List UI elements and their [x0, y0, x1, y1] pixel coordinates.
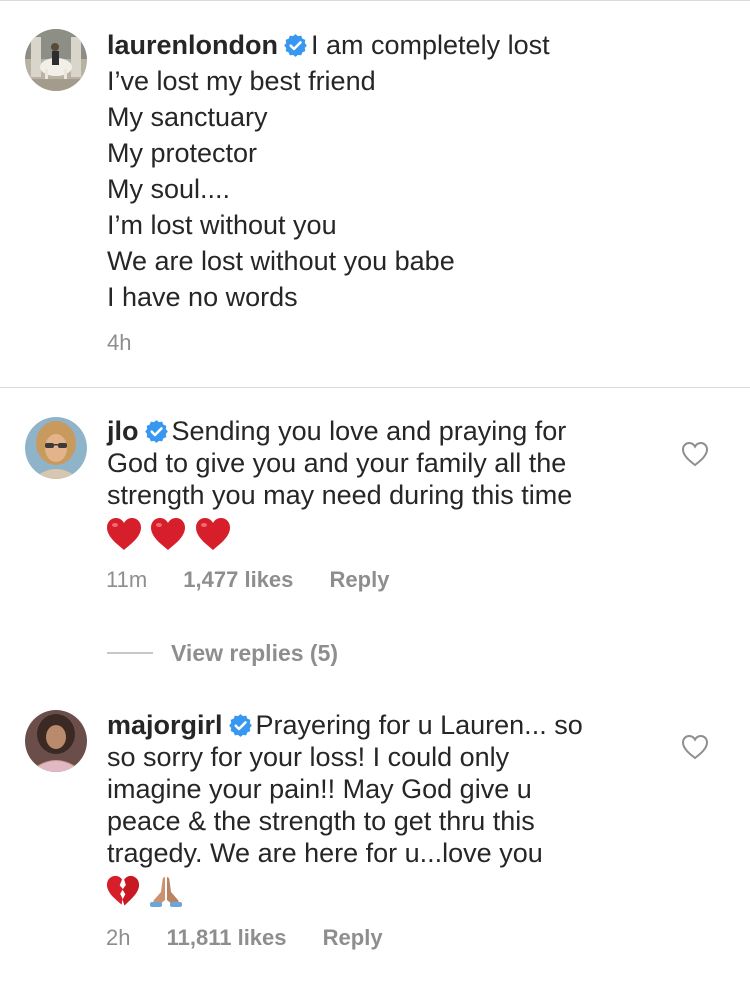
verified-badge-icon: [144, 420, 168, 443]
caption-line: My protector: [107, 138, 258, 168]
view-replies-button[interactable]: View replies (5): [107, 638, 338, 668]
reply-button[interactable]: Reply: [330, 566, 390, 594]
comment-timestamp: 2h: [106, 925, 131, 950]
comment-timestamp: 11m: [106, 567, 148, 592]
caption-text: laurenlondon I am completely lost I’ve lo…: [107, 27, 550, 315]
comment-line: so sorry for your loss! I could only: [107, 742, 510, 772]
comment-line: God to give you and your family all the: [107, 448, 567, 478]
like-heart-icon[interactable]: [681, 734, 709, 760]
broken-heart-emoji-icon: [106, 875, 140, 906]
view-replies-dash: [107, 652, 153, 654]
comment-username[interactable]: majorgirl: [107, 710, 223, 740]
caption-meta: 4h: [107, 329, 131, 357]
avatar-majorgirl[interactable]: [25, 710, 87, 772]
caption-line: I’ve lost my best friend: [107, 66, 376, 96]
caption-timestamp: 4h: [107, 330, 132, 355]
reply-button[interactable]: Reply: [323, 924, 383, 952]
comment-line: peace & the strength to get thru this: [107, 806, 535, 836]
caption-line: My soul....: [107, 174, 231, 204]
comment-first-line: jlo Sending you love and praying for: [107, 415, 572, 447]
caption-line: My sanctuary: [107, 102, 268, 132]
comment-likes[interactable]: 11,811 likes: [167, 924, 287, 952]
comment-emojis: [106, 517, 235, 557]
verified-badge-icon: [284, 34, 307, 57]
folded-hands-emoji-icon: [150, 877, 183, 907]
view-replies-label[interactable]: View replies (5): [171, 640, 338, 666]
comment-line: Sending you love and praying for: [171, 416, 567, 446]
red-heart-emoji-icon: [151, 518, 186, 550]
comment-first-line: majorgirl Prayering for u Lauren... so: [107, 709, 583, 741]
caption-divider: [0, 387, 750, 388]
caption-username[interactable]: laurenlondon: [107, 30, 278, 60]
red-heart-emoji-icon: [107, 518, 141, 550]
comment-text-majorgirl: majorgirl Prayering for u Lauren... so so…: [107, 709, 583, 869]
caption-line: I’m lost without you: [107, 210, 337, 240]
comment-emojis: [106, 874, 188, 914]
like-heart-icon[interactable]: [681, 441, 709, 467]
avatar-laurenlondon[interactable]: [25, 29, 87, 91]
comment-line: strength you may need during this time: [107, 480, 573, 510]
caption-first-line: laurenlondon I am completely lost: [107, 27, 550, 63]
comment-text-jlo: jlo Sending you love and praying for God …: [107, 415, 572, 511]
comment-meta-jlo: 11m 1,477 likes Reply: [106, 566, 389, 594]
comment-username[interactable]: jlo: [107, 416, 139, 446]
top-border: [0, 0, 750, 1]
caption-line: We are lost without you babe: [107, 246, 455, 276]
caption-line: I have no words: [107, 282, 298, 312]
comment-likes[interactable]: 1,477 likes: [183, 566, 293, 594]
avatar-jlo[interactable]: [25, 417, 87, 479]
comment-meta-majorgirl: 2h 11,811 likes Reply: [106, 924, 383, 952]
comment-line: Prayering for u Lauren... so: [255, 710, 583, 740]
red-heart-emoji-icon: [195, 518, 230, 550]
caption-line: I am completely lost: [311, 30, 550, 60]
comment-line: imagine your pain!! May God give u: [107, 774, 532, 804]
verified-badge-icon: [228, 714, 252, 737]
comment-line: tragedy. We are here for u...love you: [107, 838, 543, 868]
